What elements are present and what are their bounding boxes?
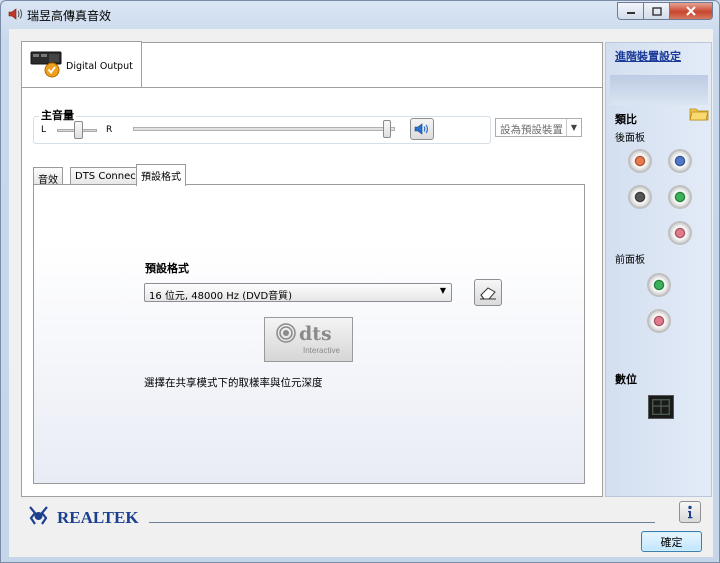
tab-default-format-label: 預設格式 — [141, 172, 181, 183]
front-jack-green[interactable] — [647, 273, 671, 297]
realtek-brand-text: REALTEK — [57, 508, 139, 527]
close-button[interactable] — [669, 2, 713, 20]
device-tab-label: Digital Output — [66, 61, 133, 72]
connector-side-panel: 進階裝置設定 類比 後面板 前面板 數位 — [605, 42, 712, 497]
rear-jack-blue[interactable] — [668, 149, 692, 173]
reset-format-button[interactable] — [474, 279, 502, 306]
folder-icon[interactable] — [689, 105, 709, 121]
title-bar[interactable]: 瑞昱高傳真音效 — [1, 1, 719, 27]
dts-interactive-button[interactable]: dts Interactive — [264, 317, 353, 362]
rear-jack-green[interactable] — [668, 185, 692, 209]
default-format-panel: 預設格式 16 位元, 48000 Hz (DVD音質) ▼ dts Inter… — [33, 184, 585, 484]
rear-panel-label: 後面板 — [615, 133, 645, 144]
maximize-button[interactable] — [643, 2, 669, 20]
minimize-button[interactable] — [617, 2, 643, 20]
side-panel-header-band — [610, 75, 708, 105]
rear-jack-orange[interactable] — [628, 149, 652, 173]
balance-right-label: R — [106, 125, 113, 135]
minimize-icon — [626, 12, 635, 14]
window: 瑞昱高傳真音效 Digital Output 主音量 L R 設為預設裝置 ▼ … — [0, 0, 720, 563]
chevron-down-icon: ▼ — [439, 286, 446, 295]
speaker-volume-icon — [414, 123, 428, 135]
volume-slider-thumb[interactable] — [383, 120, 391, 138]
digital-heading: 數位 — [615, 373, 637, 386]
rear-jack-pink[interactable] — [668, 221, 692, 245]
set-default-device-dropdown[interactable]: 設為預設裝置 ▼ — [495, 118, 582, 137]
mute-button[interactable] — [410, 118, 434, 140]
tab-default-format[interactable]: 預設格式 — [136, 164, 186, 186]
tab-digital-output[interactable]: Digital Output — [21, 41, 142, 87]
analog-heading: 類比 — [615, 113, 637, 126]
format-select[interactable]: 16 位元, 48000 Hz (DVD音質) ▼ — [144, 283, 452, 302]
volume-slider-track[interactable] — [133, 127, 395, 131]
master-volume-title: 主音量 — [39, 107, 76, 123]
eraser-icon — [480, 286, 496, 299]
dts-logo-subtext: Interactive — [303, 346, 340, 355]
speaker-icon — [8, 8, 22, 20]
window-controls — [617, 2, 713, 20]
info-button[interactable] — [679, 501, 701, 523]
digital-output-device-icon — [30, 51, 62, 78]
info-icon — [688, 505, 693, 519]
tab-dts-connect[interactable]: DTS Connect — [70, 167, 145, 185]
client-area: Digital Output 主音量 L R 設為預設裝置 ▼ 音效 DTS C… — [9, 29, 713, 557]
format-description: 選擇在共享模式下的取樣率與位元深度 — [144, 377, 323, 389]
advanced-device-settings-link[interactable]: 進階裝置設定 — [615, 48, 681, 64]
default-format-heading: 預設格式 — [145, 262, 189, 275]
realtek-logo: REALTEK — [29, 506, 139, 527]
tabstrip-divider — [21, 87, 603, 88]
set-default-device-label: 設為預設裝置 — [500, 124, 563, 136]
balance-left-label: L — [41, 125, 47, 135]
chevron-down-icon[interactable]: ▼ — [566, 119, 581, 136]
ok-button[interactable]: 確定 — [641, 531, 702, 552]
close-icon — [686, 6, 696, 16]
balance-slider-thumb[interactable] — [74, 121, 83, 139]
tab-sound-effects[interactable]: 音效 — [33, 167, 63, 186]
window-title: 瑞昱高傳真音效 — [27, 9, 112, 23]
digital-port-icon[interactable] — [648, 395, 674, 419]
rear-jack-black[interactable] — [628, 185, 652, 209]
tab-dts-connect-label: DTS Connect — [75, 171, 140, 182]
dts-logo: dts Interactive — [276, 323, 340, 355]
dts-logo-text: dts — [299, 323, 332, 345]
format-select-value: 16 位元, 48000 Hz (DVD音質) — [149, 291, 293, 302]
front-jack-pink[interactable] — [647, 309, 671, 333]
maximize-icon — [651, 6, 662, 16]
footer-divider — [149, 522, 655, 523]
front-panel-label: 前面板 — [615, 255, 645, 266]
